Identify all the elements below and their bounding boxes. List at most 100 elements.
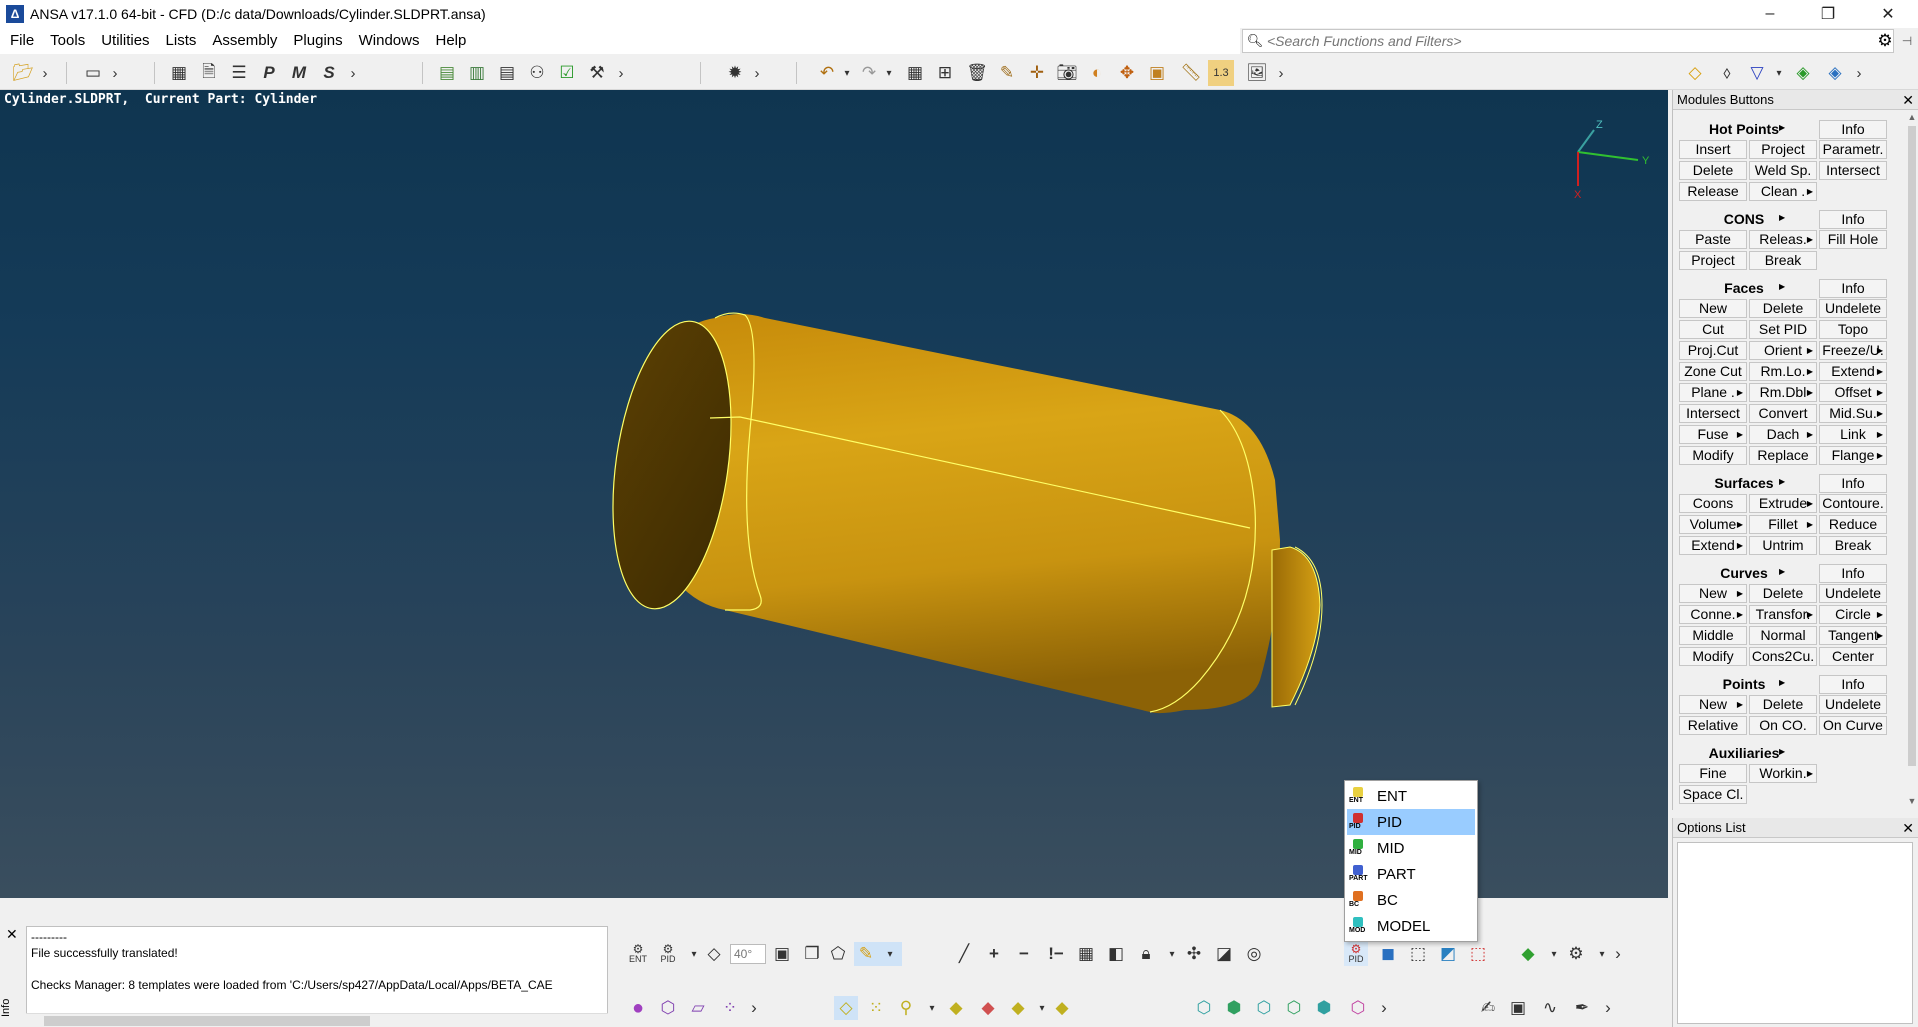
funnel-icon[interactable]: ▽	[1744, 60, 1770, 86]
menu-windows[interactable]: Windows	[351, 28, 428, 54]
message-hscrollbar[interactable]	[26, 1013, 608, 1027]
face-select2-icon[interactable]: ◆	[976, 996, 1000, 1020]
toolbar-more-icon[interactable]: ›	[38, 60, 52, 86]
cube-outline-icon[interactable]: ⬡	[656, 996, 680, 1020]
angle-field[interactable]: 40°	[730, 944, 766, 964]
module-button-rm-lo[interactable]: Rm.Lo. ▶	[1749, 362, 1817, 381]
invert-icon[interactable]: !−	[1044, 942, 1068, 966]
module-button-topo[interactable]: Topo	[1819, 320, 1887, 339]
module-button-undelete[interactable]: Undelete	[1819, 299, 1887, 318]
scale-icon[interactable]: 1.3	[1208, 60, 1234, 86]
module-button-intersect[interactable]: Intersect	[1819, 161, 1887, 180]
group-title-faces[interactable]: Faces	[1679, 280, 1809, 296]
info-button[interactable]: Info	[1819, 210, 1887, 229]
module-button-extend[interactable]: Extend ▶	[1679, 536, 1747, 555]
layers-icon[interactable]: ◈	[1790, 60, 1816, 86]
settings-gear-icon[interactable]: ⚙	[1874, 28, 1896, 54]
module-button-normal[interactable]: Normal	[1749, 626, 1817, 645]
wire-cube-icon[interactable]: ⬚	[1406, 942, 1430, 966]
toolbar-more-icon[interactable]: ›	[614, 60, 628, 86]
module-button-space-cl[interactable]: Space Cl.	[1679, 785, 1747, 804]
module-button-orient[interactable]: Orient ▶	[1749, 341, 1817, 360]
toolbar-more-icon[interactable]: ›	[1274, 60, 1288, 86]
module-button-delete[interactable]: Delete	[1749, 584, 1817, 603]
module-button-delete[interactable]: Delete	[1749, 695, 1817, 714]
module-button-project[interactable]: Project	[1679, 251, 1747, 270]
face-select3-icon[interactable]: ◆	[1006, 996, 1030, 1020]
frame-icon[interactable]: ▣	[770, 942, 794, 966]
minimize-button[interactable]: –	[1742, 0, 1798, 28]
lock-dropdown-icon[interactable]: ▾	[1160, 942, 1184, 966]
delete-bin-icon[interactable]: 🗑︎	[964, 60, 990, 86]
module-button-on-curve[interactable]: On Curve	[1819, 716, 1887, 735]
module-button-center[interactable]: Center	[1819, 647, 1887, 666]
scroll-thumb[interactable]	[1908, 126, 1916, 766]
parts-icon[interactable]: ▥	[464, 60, 490, 86]
close-button[interactable]: ✕	[1860, 0, 1916, 28]
restore-button[interactable]: ❐	[1800, 0, 1856, 28]
module-button-rm-dbl[interactable]: Rm.Dbl ▶	[1749, 383, 1817, 402]
feature-angle-icon[interactable]: ◇	[702, 942, 726, 966]
line-icon[interactable]: ╱	[952, 942, 976, 966]
brush-icon[interactable]: ✎	[994, 60, 1020, 86]
camera-icon[interactable]: 📷︎	[1054, 60, 1080, 86]
info-button[interactable]: Info	[1819, 474, 1887, 493]
module-button-new[interactable]: New ▶	[1679, 695, 1747, 714]
module-button-break[interactable]: Break	[1819, 536, 1887, 555]
info-button[interactable]: Info	[1819, 279, 1887, 298]
toolbar-more-icon[interactable]: ›	[1372, 996, 1396, 1020]
group-title-cons[interactable]: CONS	[1679, 211, 1809, 227]
s-icon[interactable]: S	[316, 60, 342, 86]
graphics-viewport[interactable]: Cylinder.SLDPRT, Current Part: Cylinder	[0, 90, 1668, 898]
module-button-convert[interactable]: Convert	[1749, 404, 1817, 423]
dots-icon[interactable]: ⁙	[864, 996, 888, 1020]
circle-icon[interactable]: ●	[626, 996, 650, 1020]
toolbar-more-icon[interactable]: ›	[108, 60, 122, 86]
module-button-coons[interactable]: Coons	[1679, 494, 1747, 513]
shape-icon[interactable]: ⬠	[826, 942, 850, 966]
toolbar-more-icon[interactable]: ›	[1596, 996, 1620, 1020]
menu-file[interactable]: File	[2, 28, 42, 54]
module-button-extrude[interactable]: Extrude ▶	[1749, 494, 1817, 513]
color-dropdown-icon[interactable]: ▾	[1542, 942, 1566, 966]
surface-icon[interactable]: ◈	[1822, 60, 1848, 86]
module-button-reduce[interactable]: Reduce	[1819, 515, 1887, 534]
points-icon[interactable]: ⁘	[718, 996, 742, 1020]
module-button-volume[interactable]: Volume ▶	[1679, 515, 1747, 534]
module-button-modify[interactable]: Modify	[1679, 446, 1747, 465]
popup-item-pid[interactable]: PID PID	[1347, 809, 1475, 835]
module-button-undelete[interactable]: Undelete	[1819, 695, 1887, 714]
assembly-icon[interactable]: ▤	[434, 60, 460, 86]
module-button-weld-sp[interactable]: Weld Sp.	[1749, 161, 1817, 180]
group-title-surfaces[interactable]: Surfaces	[1679, 475, 1809, 491]
scroll-down-icon[interactable]: ▼	[1906, 796, 1918, 808]
minus-icon[interactable]: −	[1012, 942, 1036, 966]
module-button-proj-cut[interactable]: Proj.Cut	[1679, 341, 1747, 360]
undo-icon[interactable]: ↶	[814, 60, 840, 86]
close-panel-icon[interactable]: ✕	[1902, 818, 1914, 838]
module-button-delete[interactable]: Delete	[1679, 161, 1747, 180]
info-button[interactable]: Info	[1819, 675, 1887, 694]
check-icon[interactable]: ☑	[554, 60, 580, 86]
module-button-fine[interactable]: Fine	[1679, 764, 1747, 783]
module-button-releas[interactable]: Releas. ▶	[1749, 230, 1817, 249]
popup-item-part[interactable]: PART PART	[1347, 861, 1475, 887]
module-button-extend[interactable]: Extend ▶	[1819, 362, 1887, 381]
face-select-icon[interactable]: ◆	[944, 996, 968, 1020]
pen-icon[interactable]: ✒	[1570, 996, 1594, 1020]
open-folder-icon[interactable]: 📂︎	[10, 60, 36, 86]
message-log[interactable]: --------- File successfully translated! …	[26, 926, 608, 1027]
crosshair-icon[interactable]: ✛	[1024, 60, 1050, 86]
highlight-icon[interactable]: ✎	[854, 942, 878, 966]
module-button-untrim[interactable]: Untrim	[1749, 536, 1817, 555]
pick-icon[interactable]: ⚲	[894, 996, 918, 1020]
menu-tools[interactable]: Tools	[42, 28, 93, 54]
ent-mode-button[interactable]: ⚙ ENT	[626, 942, 650, 966]
module-button-on-co[interactable]: On CO.	[1749, 716, 1817, 735]
color-cube-icon[interactable]: ◆	[1516, 942, 1540, 966]
lock-icon[interactable]: 🔒︎	[1134, 942, 1158, 966]
module-button-new[interactable]: New	[1679, 299, 1747, 318]
toolbar-more-icon[interactable]: ›	[742, 996, 766, 1020]
picture-icon[interactable]: ▣	[1144, 60, 1170, 86]
sketch-icon[interactable]: ✍	[1476, 996, 1500, 1020]
